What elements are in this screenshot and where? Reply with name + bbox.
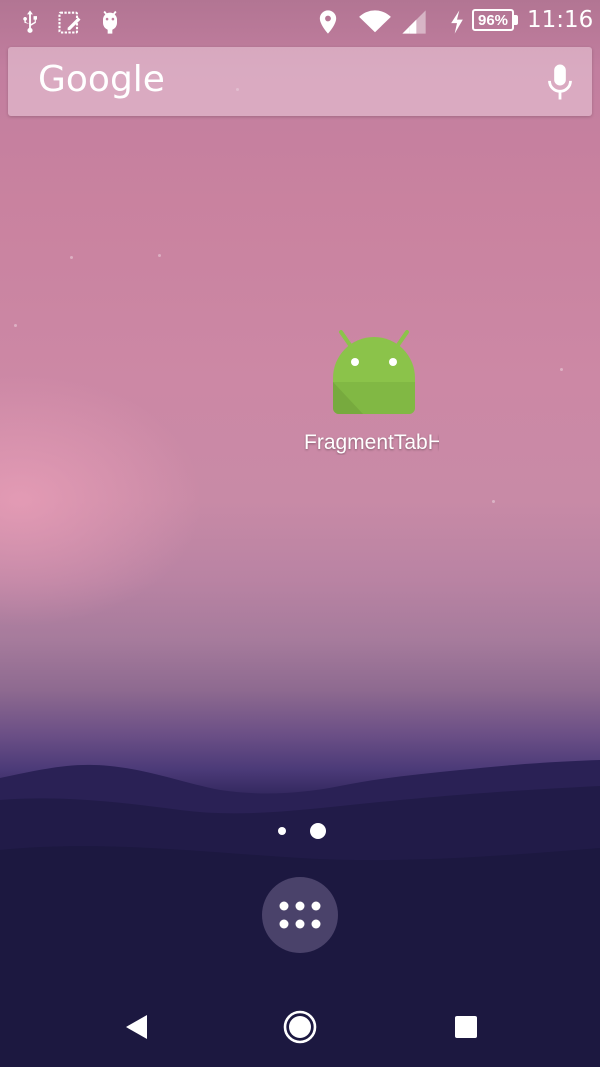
star [560,368,563,371]
charging-icon [446,8,468,36]
star [70,256,73,259]
notes-icon [56,8,84,36]
microphone-icon[interactable] [546,62,574,102]
star [158,254,161,257]
battery-percent: 96% [477,11,509,29]
app-label: FragmentTabH [304,431,439,454]
back-icon[interactable] [118,1009,154,1045]
app-drawer-icon [279,901,321,929]
google-logo: Google [38,59,165,100]
google-search-bar[interactable]: Google [8,47,592,116]
android-debug-icon [96,8,124,36]
status-bar: 96% 11:16 [0,0,600,42]
recents-icon[interactable] [448,1009,484,1045]
star [492,500,495,503]
page-indicator-dot [278,827,286,835]
star [14,324,17,327]
android-app-icon [331,330,417,418]
battery-tip [514,15,518,25]
navigation-bar [0,987,600,1067]
app-shortcut[interactable]: FragmentTabH [300,330,444,470]
wifi-icon [358,8,392,36]
page-indicator-dot-active [310,823,326,839]
clock: 11:16 [527,7,594,33]
location-icon [314,8,342,36]
cell-signal-icon [400,8,428,36]
home-icon[interactable] [282,1009,318,1045]
usb-icon [16,8,44,36]
battery-indicator: 96% [472,9,514,31]
app-drawer-button[interactable] [262,877,338,953]
